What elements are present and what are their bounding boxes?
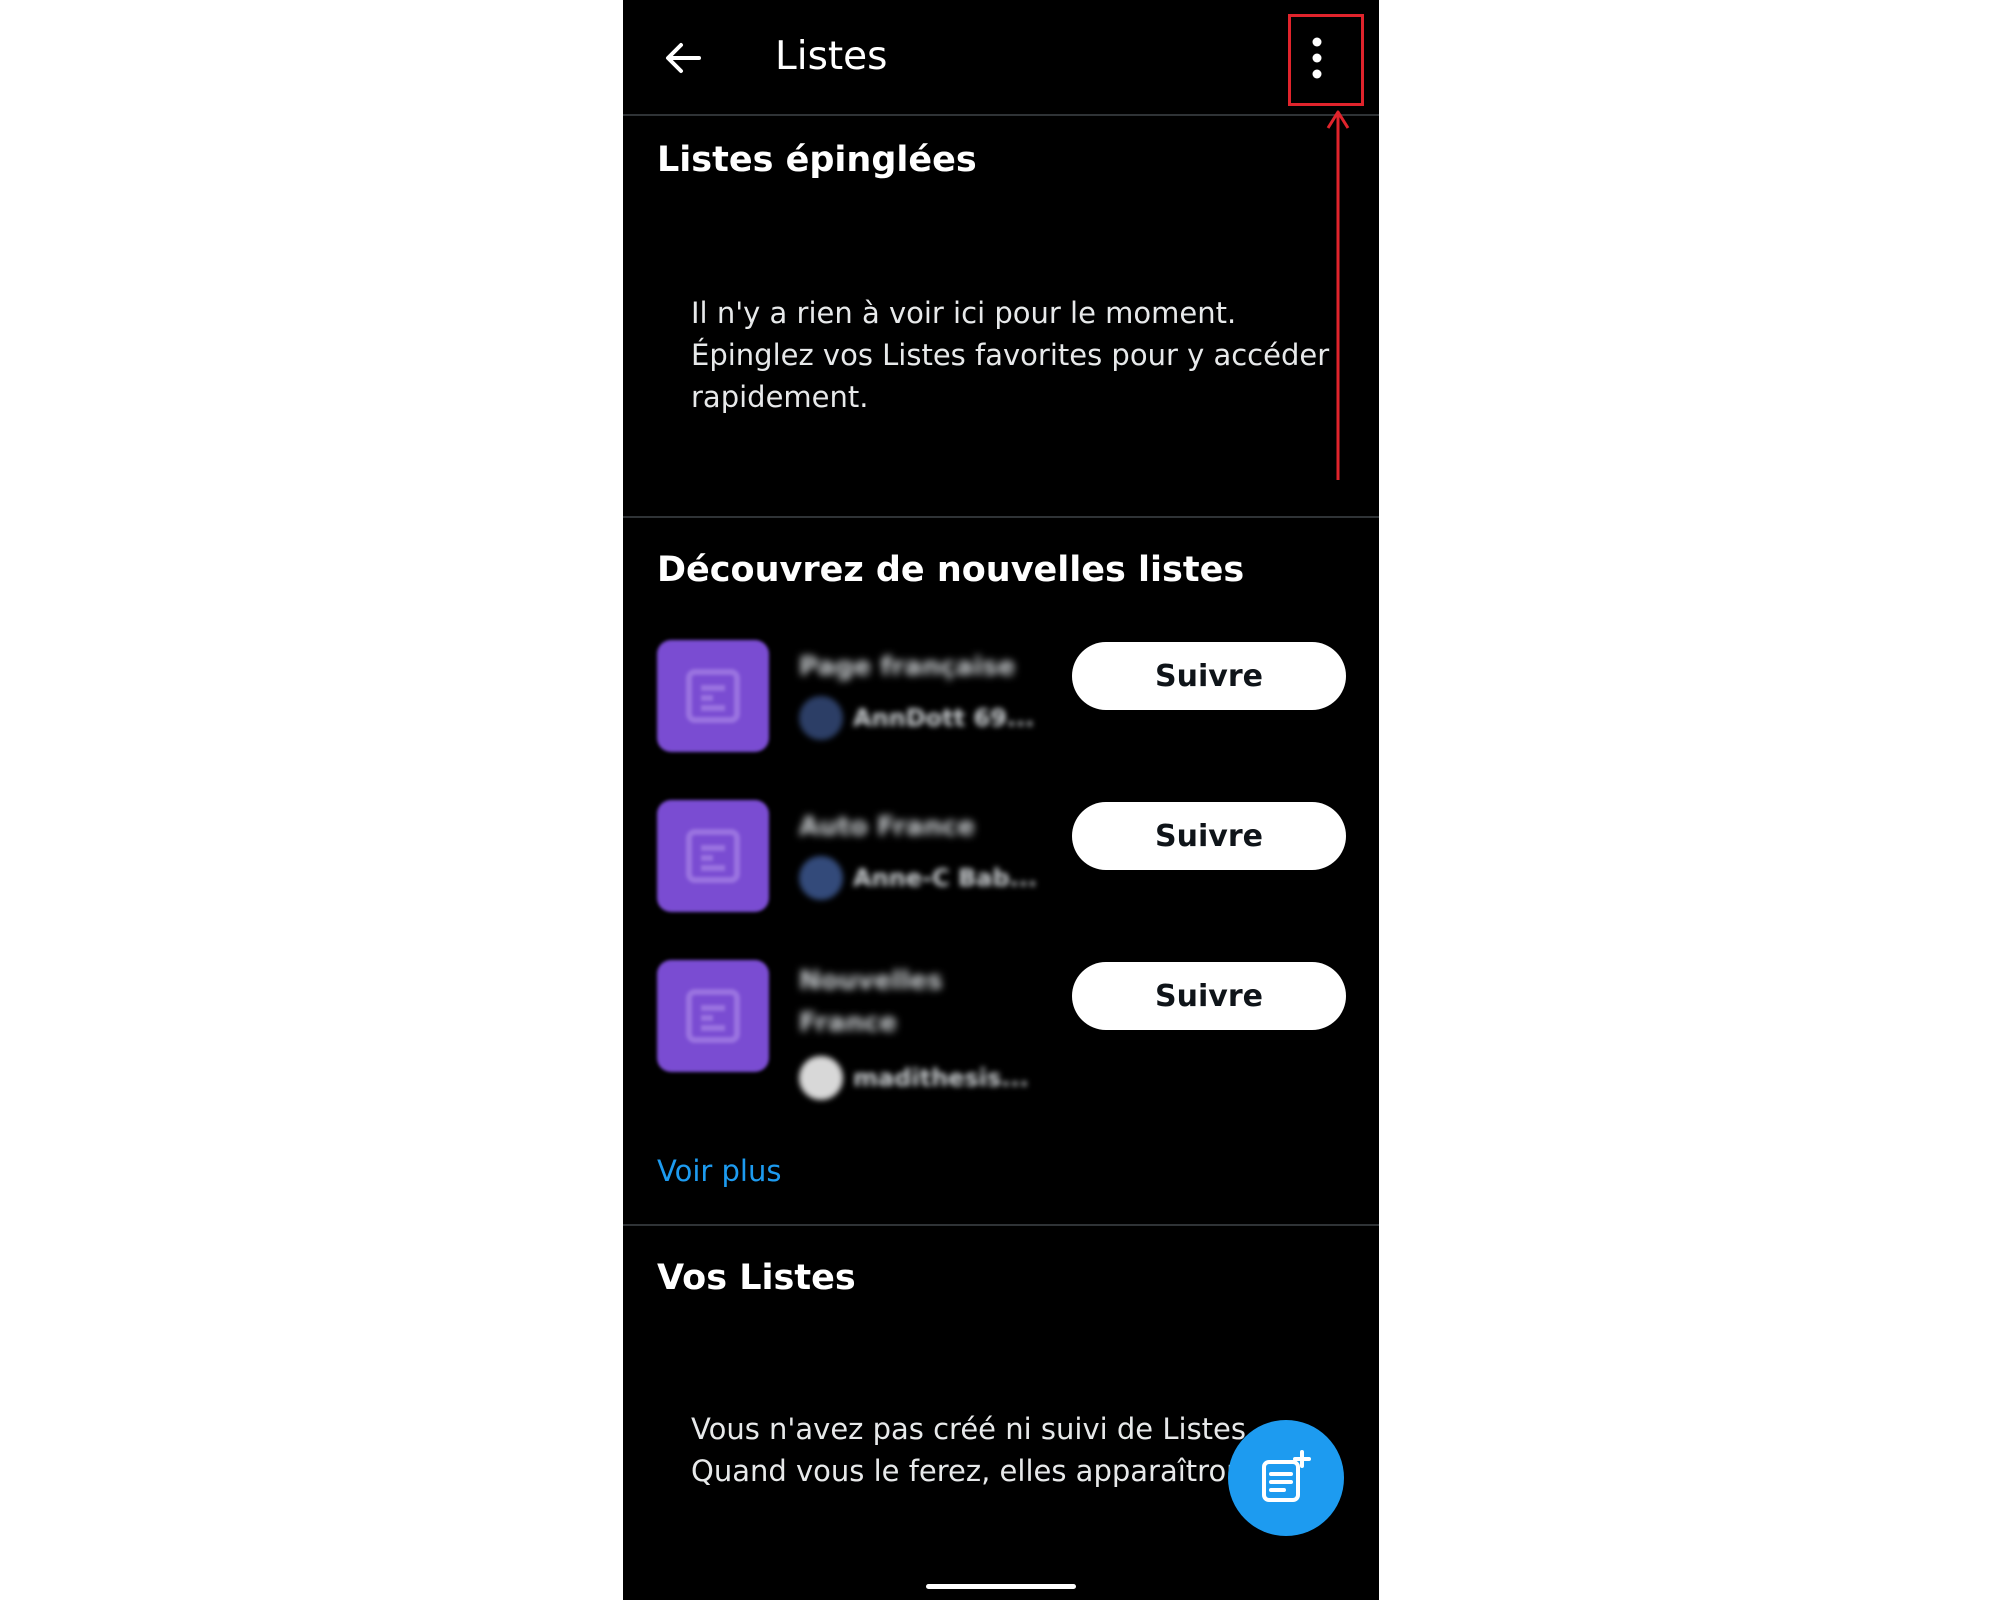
app-screen: Listes Listes épinglées Il n'y a rien à … [623,0,1379,1600]
new-list-icon [1262,1450,1311,1502]
top-bar: Listes [623,0,1379,116]
pinned-empty-message: Il n'y a rien à voir ici pour le moment.… [691,296,1330,414]
new-list-button[interactable] [1228,1420,1344,1536]
list-name-line2: France [799,1008,898,1038]
list-item[interactable]: Nouvelles France madithesis... Suivre [623,960,1379,1110]
home-indicator [926,1584,1076,1589]
pinned-lists-title: Listes épinglées [657,140,977,180]
list-icon [686,989,740,1043]
list-name: Auto France [799,812,975,842]
arrow-left-icon [666,43,701,73]
list-owner: madithesis... [799,1056,1029,1100]
list-name: Page française [799,652,1016,682]
list-item[interactable]: Auto France Anne-C Bab... Suivre [623,800,1379,930]
page-title: Listes [775,34,888,79]
list-avatar [657,800,769,912]
list-avatar [657,960,769,1072]
discover-lists-title: Découvrez de nouvelles listes [657,550,1245,590]
follow-button[interactable]: Suivre [1072,802,1346,870]
list-icon [686,829,740,883]
section-divider [623,516,1379,518]
list-owner: Anne-C Bab... [799,856,1037,900]
avatar [799,696,843,740]
your-lists-title: Vos Listes [657,1258,856,1298]
list-avatar [657,640,769,752]
back-button[interactable] [661,36,705,80]
highlight-box [1288,14,1364,106]
follow-button[interactable]: Suivre [1072,642,1346,710]
follow-button[interactable]: Suivre [1072,962,1346,1030]
list-item[interactable]: Page française AnnDott 69... Suivre [623,640,1379,770]
list-name: Nouvelles [799,966,943,996]
list-icon [686,669,740,723]
see-more-link[interactable]: Voir plus [657,1154,781,1188]
avatar [799,1056,843,1100]
avatar [799,856,843,900]
section-divider [623,1224,1379,1226]
list-owner: AnnDott 69... [799,696,1034,740]
